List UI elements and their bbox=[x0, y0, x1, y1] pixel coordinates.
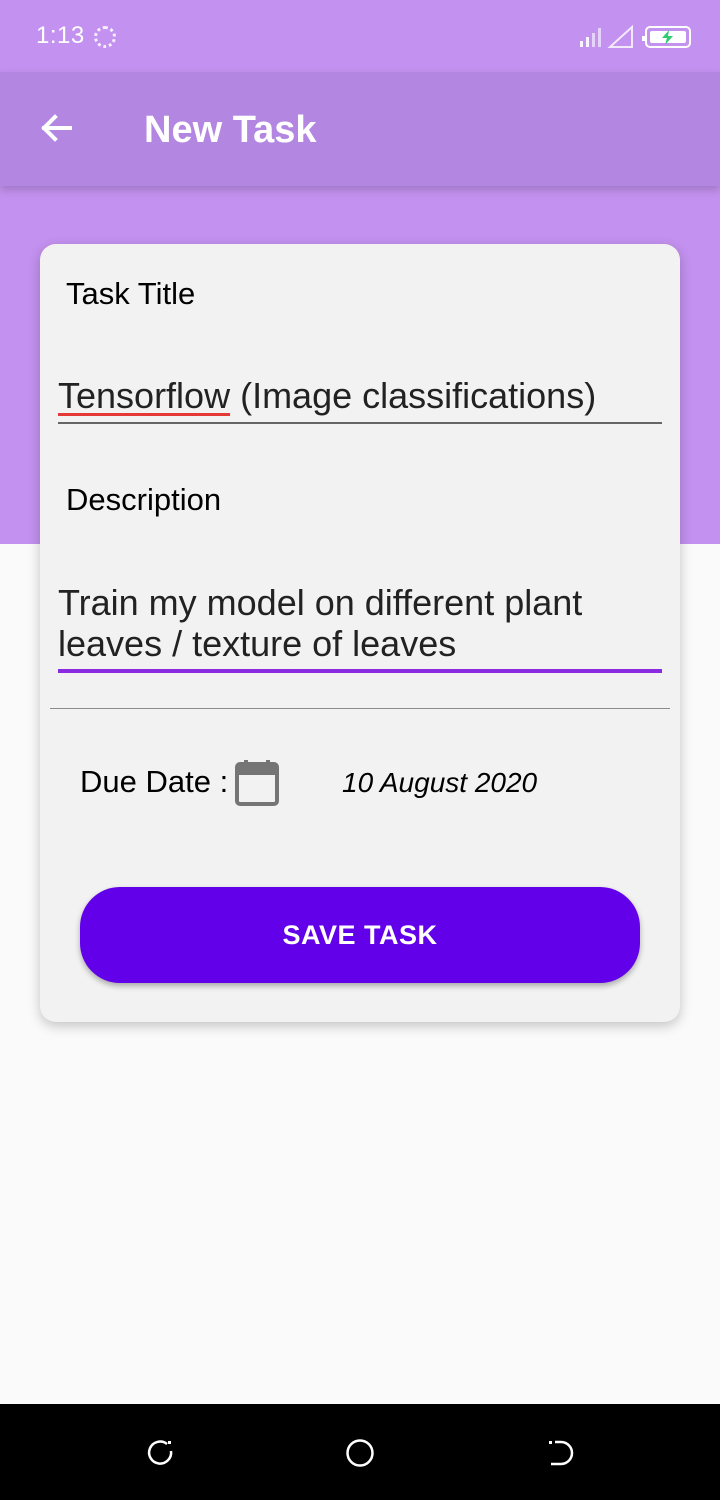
description-line-2: leaves / texture of leaves bbox=[58, 623, 457, 664]
task-title-label: Task Title bbox=[66, 276, 196, 311]
calendar-icon[interactable] bbox=[234, 758, 280, 808]
navigation-bar bbox=[0, 1404, 720, 1500]
due-date-label: Due Date : bbox=[80, 764, 229, 799]
back-arrow-icon[interactable] bbox=[36, 108, 76, 148]
home-icon[interactable] bbox=[345, 1438, 375, 1468]
task-title-text: (Image classifications) bbox=[230, 375, 597, 416]
task-title-underline bbox=[58, 422, 662, 424]
status-bar: 1:13 bbox=[0, 0, 720, 72]
divider bbox=[50, 708, 670, 709]
recents-icon[interactable] bbox=[145, 1438, 175, 1468]
description-underline bbox=[58, 669, 662, 673]
misspelled-word: Tensorflow bbox=[58, 375, 231, 416]
description-input[interactable]: Train my model on different plant leaves… bbox=[58, 582, 662, 664]
due-date-value: 10 August 2020 bbox=[342, 767, 538, 798]
task-title-input[interactable]: Tensorflow (Image classifications) bbox=[58, 375, 662, 416]
app-bar: New Task bbox=[0, 72, 720, 186]
battery-icon bbox=[642, 26, 691, 48]
status-icons bbox=[576, 24, 696, 48]
signal-icon bbox=[580, 24, 633, 48]
page-title: New Task bbox=[144, 109, 317, 151]
back-nav-icon[interactable] bbox=[545, 1438, 575, 1468]
task-form-card: Task Title Tensorflow (Image classificat… bbox=[40, 244, 680, 1022]
spinner-icon bbox=[94, 26, 116, 48]
status-time: 1:13 bbox=[36, 22, 85, 49]
description-line-1: Train my model on different plant bbox=[58, 582, 583, 623]
description-label: Description bbox=[66, 482, 222, 517]
save-task-button[interactable]: SAVE TASK bbox=[80, 887, 640, 983]
